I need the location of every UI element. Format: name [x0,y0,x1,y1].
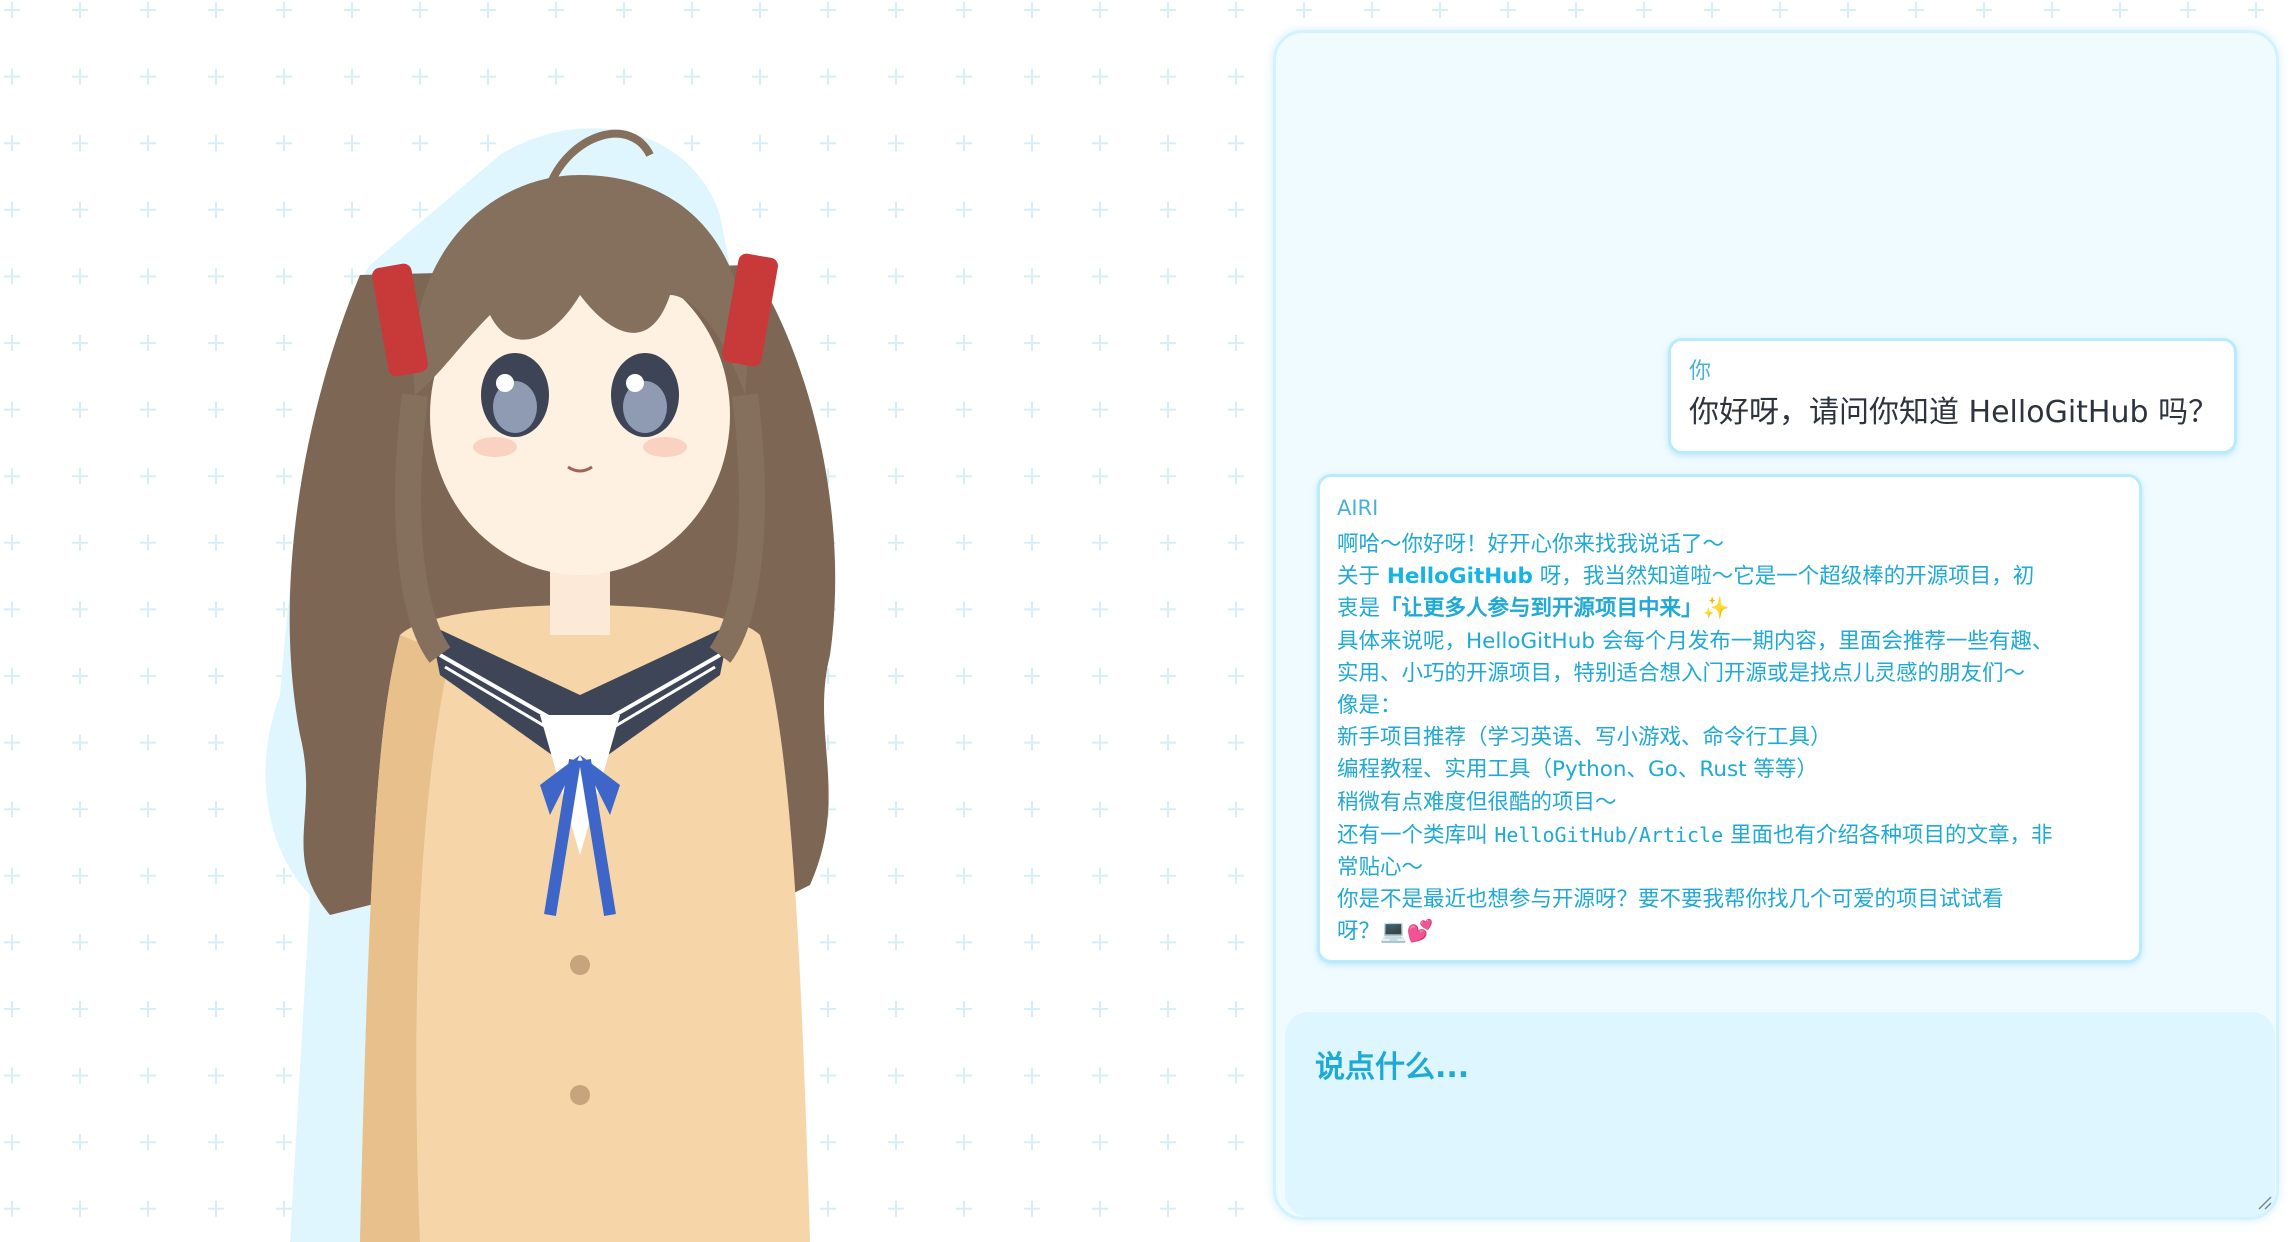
ai-message-line: 新手项目推荐（学习英语、写小游戏、命令行工具） [1337,725,1832,751]
ai-code-text: HelloGitHub/Article [1494,822,1724,847]
resize-grip-icon[interactable] [2256,1194,2272,1210]
ai-message-line: 衷是「让更多人参与到开源项目中来」✨ [1337,593,2122,625]
ai-message-line: 具体来说呢，HelloGitHub 会每个月发布一期内容，里面会推荐一些有趣、 [1337,628,2054,654]
ai-message-line: 像是： [1337,693,1402,719]
ai-name-label: AIRI [1337,496,1379,520]
ai-message-line: 还有一个类库叫 HelloGitHub/Article 里面也有介绍各种项目的文… [1337,819,2122,852]
ai-bold-text: 「让更多人参与到开源项目中来」 [1380,596,1703,622]
ai-text: 里面也有介绍各种项目的文章，非 [1723,822,2053,848]
ai-message-line: 常贴心～ [1337,855,1424,881]
ai-text: 还有一个类库叫 [1337,822,1495,848]
ai-message-line: 关于 HelloGitHub 呀，我当然知道啦～它是一个超级棒的开源项目，初 [1337,561,2122,593]
ai-message-line: 你是不是最近也想参与开源呀？要不要我帮你找几个可爱的项目试试看 [1337,887,2004,913]
ai-text: 关于 [1337,564,1387,590]
message-input[interactable] [1285,1012,2275,1217]
user-message-bubble: 你 你好呀，请问你知道 HelloGitHub 吗？ [1668,338,2237,454]
ai-message-line: 编程教程、实用工具（Python、Go、Rust 等等） [1337,757,1818,783]
ai-text: 呀，我当然知道啦～它是一个超级棒的开源项目，初 [1532,564,2035,590]
ai-text: 呀？ [1337,919,1381,945]
sparkles-emoji: ✨ [1702,596,1730,622]
ai-message-line: 啊哈～你好呀！好开心你来找我说话了～ [1337,532,1725,557]
ai-message-line: 呀？💻💕 [1337,916,2122,948]
character-avatar [265,128,836,1242]
ai-message-line: 实用、小巧的开源项目，特别适合想入门开源或是找点儿灵感的朋友们～ [1337,660,2026,686]
ai-message-bubble: AIRI 啊哈～你好呀！好开心你来找我说话了～ 关于 HelloGitHub 呀… [1317,474,2142,963]
laptop-heart-emoji: 💻💕 [1380,919,1434,945]
user-message-text: 你好呀，请问你知道 HelloGitHub 吗？ [1689,395,2219,430]
ai-message-line: 稍微有点难度但很酷的项目～ [1337,789,1617,815]
user-name-label: 你 [1689,359,1712,384]
ai-text: 衷是 [1337,596,1381,622]
hellogithub-brand-text: HelloGitHub [1386,564,1533,590]
